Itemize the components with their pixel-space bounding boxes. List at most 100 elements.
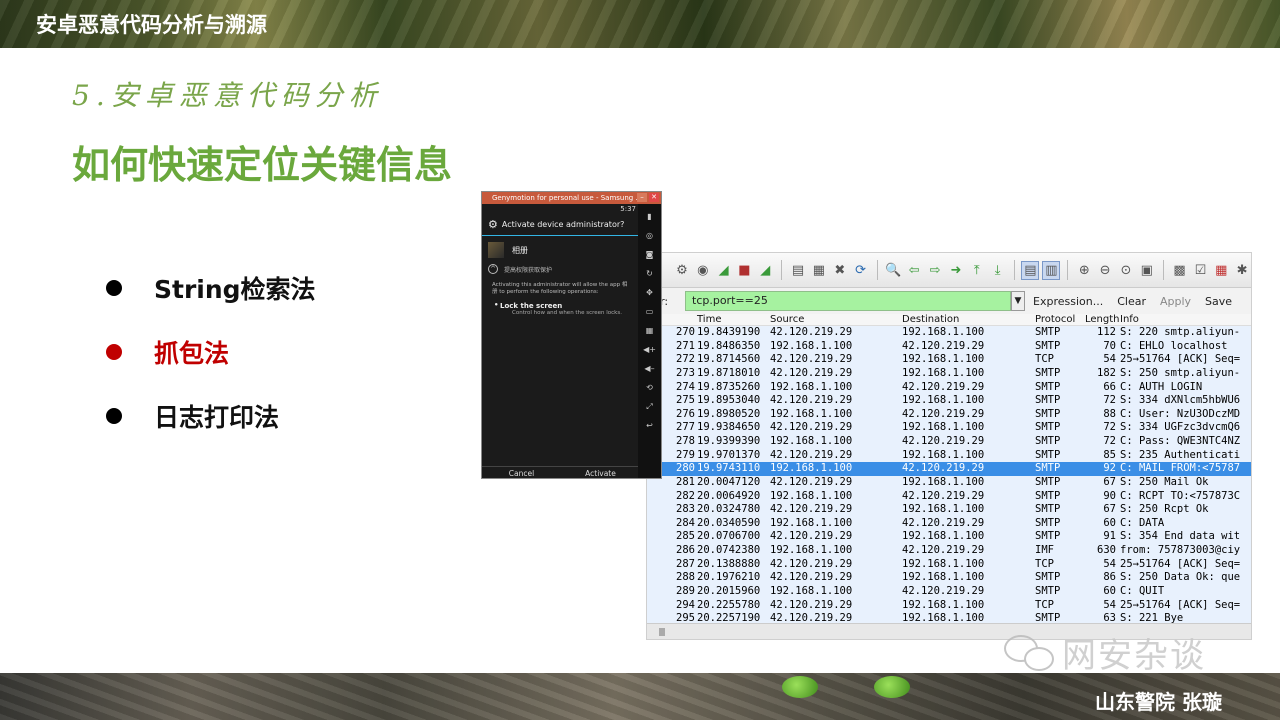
find-packet-icon[interactable]: 🔍 — [884, 261, 902, 280]
capture-filters-icon[interactable]: ▩ — [1171, 261, 1189, 280]
go-forward-icon[interactable]: ⇨ — [926, 261, 944, 280]
cell-src: 192.168.1.100 — [770, 584, 853, 597]
cell-proto: SMTP — [1035, 475, 1061, 488]
cell-len: 630 — [1097, 544, 1116, 556]
packet-row[interactable]: 282 20.0064920 192.168.1.100 42.120.219.29 S… — [647, 489, 1251, 504]
apply-button[interactable]: Apply — [1160, 295, 1191, 308]
packet-row[interactable]: 289 20.2015960 192.168.1.100 42.120.219.29 S… — [647, 584, 1251, 599]
cell-src: 42.120.219.29 — [770, 598, 853, 611]
dialog-title: Activate device administrator? — [501, 220, 625, 229]
packet-row[interactable]: 278 19.9399390 192.168.1.100 42.120.219.29 S… — [647, 435, 1251, 449]
cell-dst: 42.120.219.29 — [902, 584, 985, 597]
restart-capture-icon[interactable]: ◢ — [756, 261, 774, 280]
save-file-icon[interactable]: ▦ — [810, 261, 828, 280]
volume-down-icon[interactable]: ◀– — [644, 362, 654, 375]
normal-size-icon[interactable]: ⊙ — [1117, 261, 1135, 280]
packet-row[interactable]: 281 20.0047120 42.120.219.29 192.168.1.100 S… — [647, 475, 1251, 490]
scale-icon[interactable]: ⤢ — [646, 400, 652, 413]
packet-row[interactable]: 283 20.0324780 42.120.219.29 192.168.1.100 S… — [647, 503, 1251, 517]
minimize-icon[interactable]: – — [637, 193, 647, 202]
column-header-length[interactable]: Length — [1085, 314, 1120, 325]
activate-button[interactable]: Activate — [561, 467, 640, 478]
close-icon[interactable]: ✕ — [649, 193, 659, 202]
packet-row[interactable]: 288 20.1976210 42.120.219.29 192.168.1.100 S… — [647, 571, 1251, 585]
expression-button[interactable]: Expression... — [1033, 295, 1103, 308]
column-header-info[interactable]: Info — [1120, 314, 1251, 325]
packet-row[interactable]: 287 20.1388880 42.120.219.29 192.168.1.100 T… — [647, 557, 1251, 572]
packet-row[interactable]: 274 19.8735260 192.168.1.100 42.120.219.29 S… — [647, 380, 1251, 395]
battery-icon[interactable]: ▮ — [647, 210, 651, 223]
cell-dst: 192.168.1.100 — [902, 598, 985, 611]
cell-proto: SMTP — [1035, 462, 1061, 475]
volume-up-icon[interactable]: ◀+ — [643, 343, 656, 356]
cell-time: 20.0047120 — [697, 475, 761, 488]
packet-row[interactable]: 272 19.8714560 42.120.219.29 192.168.1.100 T… — [647, 353, 1251, 367]
cell-info: C: MAIL FROM:<75787 — [1120, 462, 1241, 475]
coloring-rules-icon[interactable]: ▦ — [1212, 261, 1230, 280]
rotate-icon[interactable]: ↻ — [646, 267, 653, 280]
packet-row[interactable]: 286 20.0742380 192.168.1.100 42.120.219.29 I… — [647, 544, 1251, 558]
go-to-packet-icon[interactable]: ➜ — [947, 261, 965, 280]
packet-row[interactable]: 273 19.8718010 42.120.219.29 192.168.1.100 S… — [647, 366, 1251, 381]
cell-len: 54 — [1103, 353, 1116, 366]
column-header-protocol[interactable]: Protocol — [1035, 314, 1085, 325]
cell-no: 294 — [676, 598, 695, 611]
packet-row[interactable]: 276 19.8980520 192.168.1.100 42.120.219.29 S… — [647, 407, 1251, 422]
display-filters-icon[interactable]: ☑ — [1192, 261, 1210, 280]
resize-columns-icon[interactable]: ▣ — [1138, 261, 1156, 280]
start-capture-icon[interactable]: ◉ — [694, 261, 712, 280]
cell-no: 283 — [676, 503, 695, 516]
shark-fin-icon[interactable]: ◢ — [715, 261, 733, 280]
go-back-icon[interactable]: ⇦ — [905, 261, 923, 280]
cell-info: S: 334 UGFzc3dvcmQ6 — [1120, 421, 1241, 434]
zoom-out-icon[interactable]: ⊖ — [1096, 261, 1114, 280]
chevron-down-icon[interactable]: ▼ — [1011, 291, 1025, 311]
id-icon[interactable]: ▭ — [646, 305, 654, 318]
cell-dst: 192.168.1.100 — [902, 530, 985, 543]
toolbar-separator — [781, 260, 783, 280]
close-file-icon[interactable]: ✖ — [831, 261, 849, 280]
packet-row[interactable]: 277 19.9384650 42.120.219.29 192.168.1.100 S… — [647, 421, 1251, 435]
cell-proto: TCP — [1035, 353, 1054, 366]
emulator-titlebar: Genymotion for personal use - Samsung ..… — [482, 192, 661, 204]
packet-row[interactable]: 294 20.2255780 42.120.219.29 192.168.1.100 T… — [647, 598, 1251, 613]
cell-len: 72 — [1103, 394, 1116, 407]
decorative-ball — [874, 676, 910, 698]
permission-row[interactable]: ^ 提高权限获取保护 — [482, 260, 640, 278]
go-first-icon[interactable]: ⤒ — [968, 261, 986, 280]
auto-scroll-icon[interactable]: ▥ — [1042, 260, 1061, 280]
gps-icon[interactable]: ◎ — [646, 229, 653, 242]
reload-icon[interactable]: ⟳ — [852, 261, 870, 280]
capture-options-icon[interactable]: ⚙ — [673, 261, 691, 280]
clear-button[interactable]: Clear — [1117, 295, 1146, 308]
packet-row[interactable]: 280 19.9743110 192.168.1.100 42.120.219.29 S… — [647, 462, 1251, 476]
footer-author: 山东警院 张璇 — [1095, 690, 1222, 714]
media-icon[interactable]: ▦ — [646, 324, 654, 337]
packet-row[interactable]: 284 20.0340590 192.168.1.100 42.120.219.29 S… — [647, 516, 1251, 531]
column-header-source[interactable]: Source — [770, 314, 902, 325]
cancel-button[interactable]: Cancel — [482, 467, 561, 478]
packet-row[interactable]: 271 19.8486350 192.168.1.100 42.120.219.29 S… — [647, 339, 1251, 354]
go-last-icon[interactable]: ⤓ — [989, 261, 1007, 280]
cell-info: C: EHLO localhost — [1120, 339, 1228, 352]
stop-capture-icon[interactable]: ■ — [736, 261, 754, 280]
cell-time: 19.8718010 — [697, 366, 761, 379]
save-filter-button[interactable]: Save — [1205, 295, 1232, 308]
back-icon[interactable]: ↩ — [646, 419, 653, 432]
open-file-icon[interactable]: ▤ — [789, 261, 807, 280]
camera-icon[interactable]: ◙ — [646, 248, 654, 261]
column-header-time[interactable]: Time — [697, 314, 770, 325]
zoom-in-icon[interactable]: ⊕ — [1075, 261, 1093, 280]
colorize-icon[interactable]: ▤ — [1021, 260, 1040, 280]
cell-src: 42.120.219.29 — [770, 326, 853, 338]
column-header-destination[interactable]: Destination — [902, 314, 1035, 325]
move-icon[interactable]: ✥ — [646, 286, 653, 299]
preferences-icon[interactable]: ✱ — [1233, 261, 1251, 280]
packet-row[interactable]: 279 19.9701370 42.120.219.29 192.168.1.100 S… — [647, 448, 1251, 463]
packet-row[interactable]: 275 19.8953040 42.120.219.29 192.168.1.100 S… — [647, 394, 1251, 408]
cell-src: 192.168.1.100 — [770, 544, 853, 556]
packet-row[interactable]: 270 19.8439190 42.120.219.29 192.168.1.100 S… — [647, 326, 1251, 340]
display-filter-input[interactable]: tcp.port==25 — [685, 291, 1011, 311]
packet-row[interactable]: 285 20.0706700 42.120.219.29 192.168.1.100 S… — [647, 530, 1251, 544]
rotate-screen-icon[interactable]: ⟲ — [646, 381, 653, 394]
